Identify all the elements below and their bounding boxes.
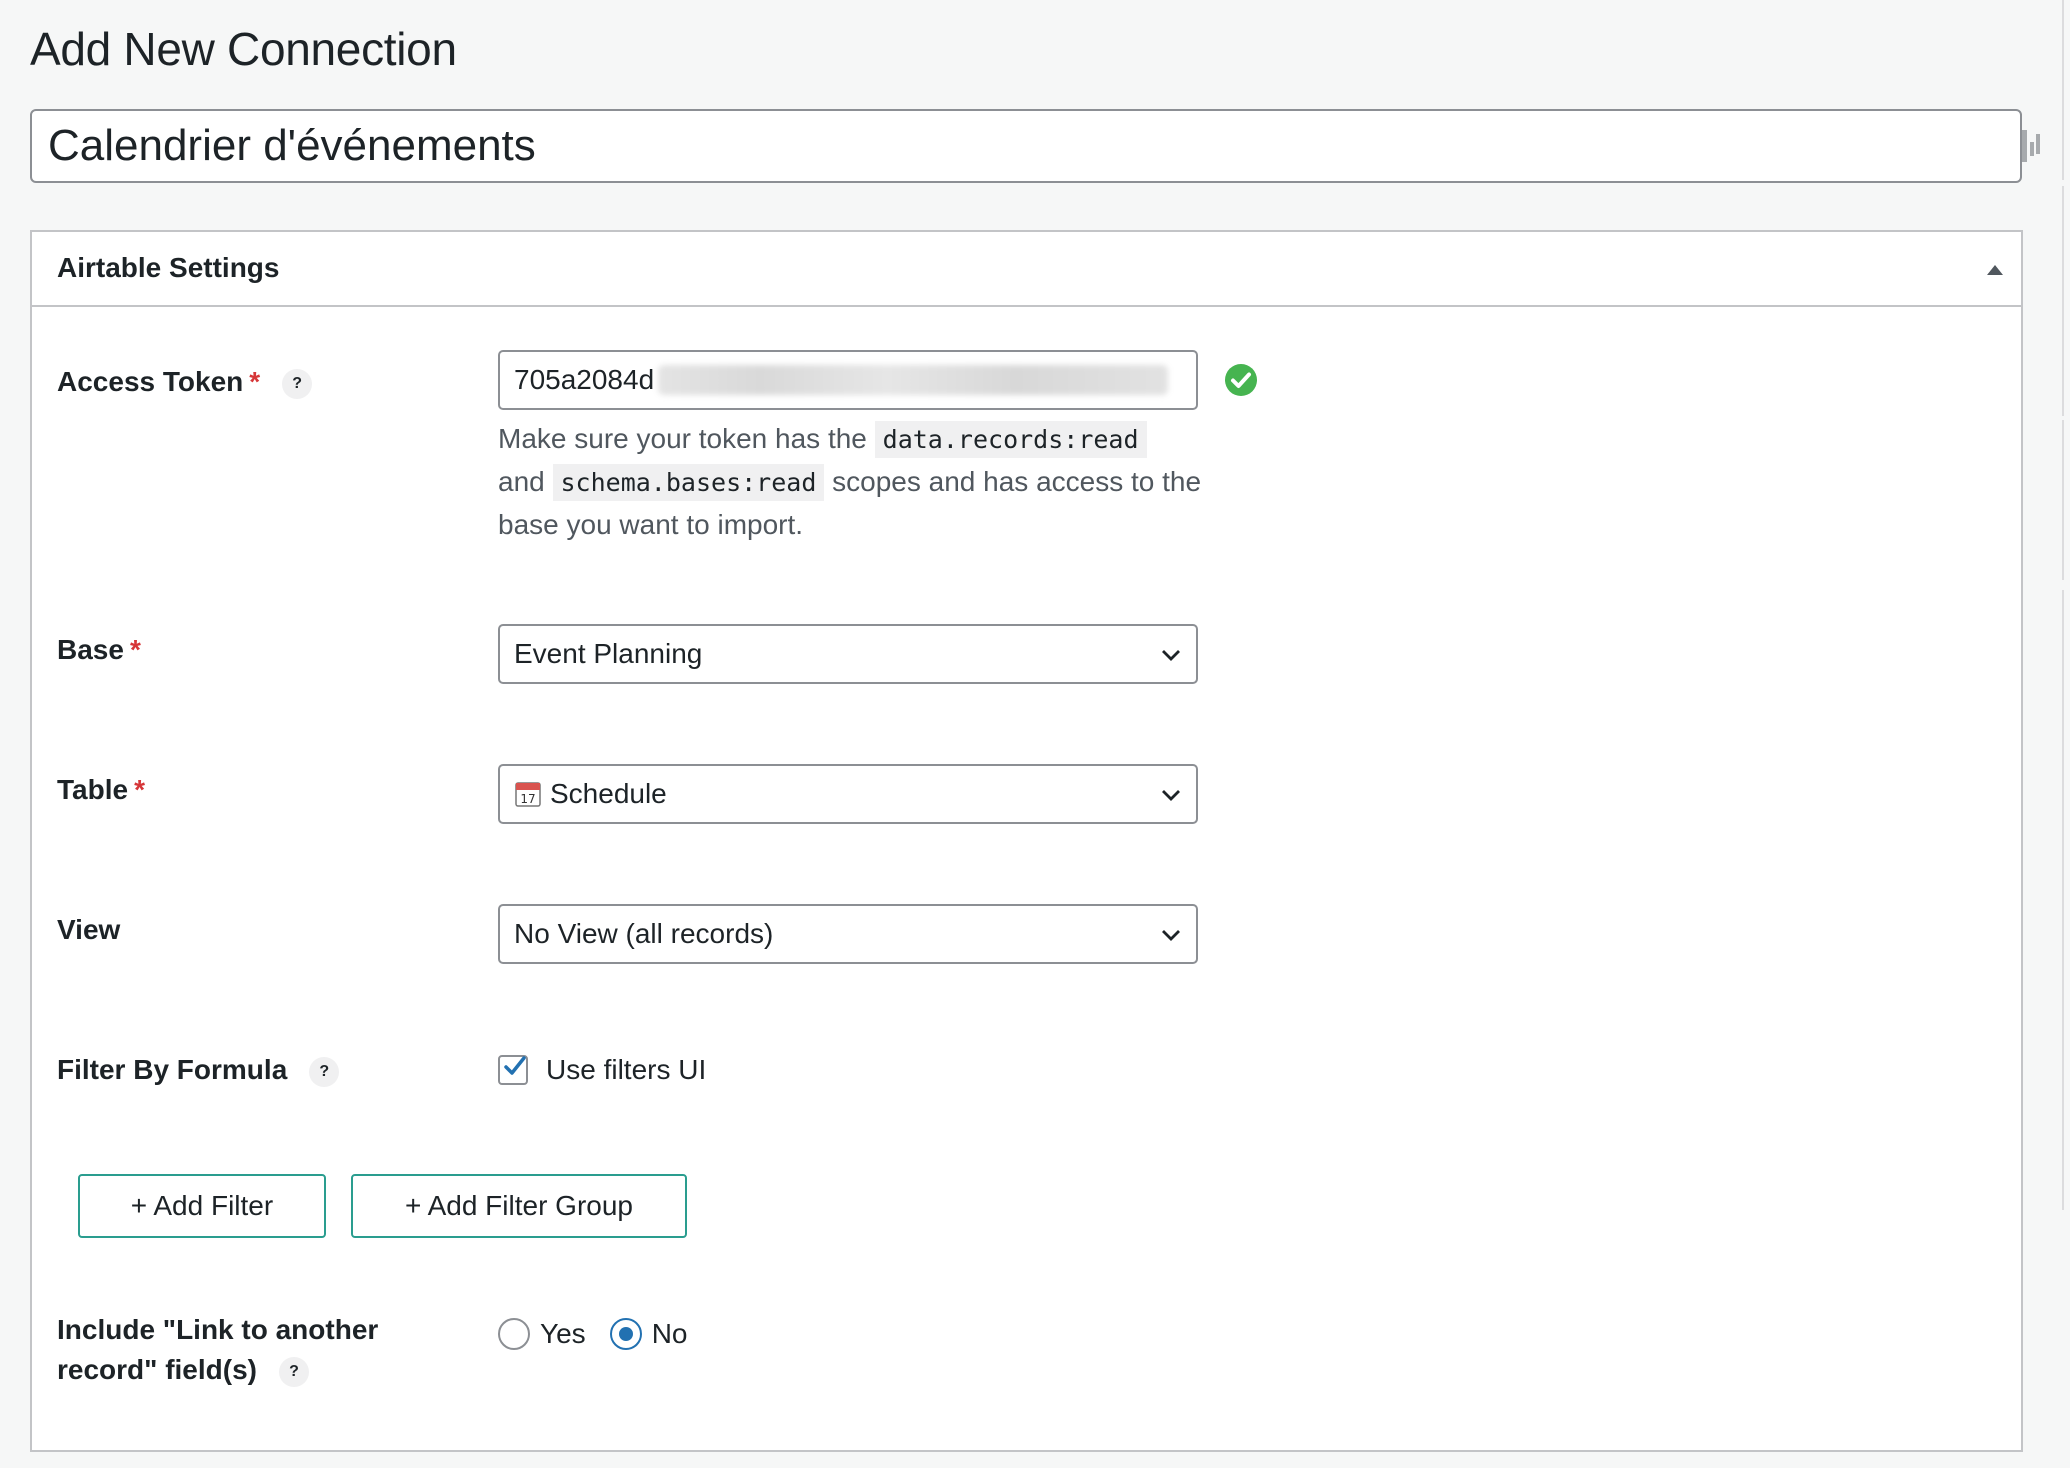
link-records-label: Include "Link to another record" field(s… [57, 1310, 378, 1390]
access-token-label-text: Access Token [57, 366, 244, 397]
panel-header[interactable]: Airtable Settings [32, 232, 2021, 307]
base-label-text: Base [57, 634, 124, 665]
use-filters-ui-checkbox[interactable] [498, 1055, 528, 1085]
access-token-description: Make sure your token has the data.record… [498, 418, 1218, 546]
link-records-radio-group: Yes No [498, 1318, 687, 1350]
collapse-triangle-icon[interactable] [1983, 258, 2007, 282]
help-icon[interactable]: ? [309, 1056, 340, 1087]
checkmark-icon [504, 1056, 526, 1075]
base-select[interactable]: Event Planning [498, 624, 1198, 684]
use-filters-ui-row[interactable]: Use filters UI [498, 1054, 706, 1086]
table-select[interactable]: 17 Schedule [498, 764, 1198, 824]
use-filters-ui-label[interactable]: Use filters UI [546, 1054, 706, 1086]
desc-text-2: and [498, 466, 545, 497]
check-circle-icon [1225, 364, 1257, 396]
airtable-settings-panel: Airtable Settings Access Token *? 705a208… [30, 230, 2023, 1452]
calendar-icon: 17 [515, 782, 541, 807]
required-mark: * [134, 774, 145, 805]
radio-yes[interactable] [498, 1318, 530, 1350]
access-token-value: 705a2084d [514, 364, 655, 395]
base-label: Base * [57, 630, 141, 670]
view-selected-value: No View (all records) [514, 918, 774, 949]
filter-by-formula-label: Filter By Formula? [57, 1050, 340, 1090]
link-records-label-line1: Include "Link to another [57, 1314, 379, 1345]
scope-code-1: data.records:read [874, 421, 1147, 458]
required-mark: * [249, 366, 261, 397]
view-label-text: View [57, 914, 121, 945]
table-label-text: Table [57, 774, 129, 805]
link-records-label-line2: record" field(s) [57, 1354, 257, 1385]
base-selected-value: Event Planning [514, 638, 703, 669]
help-icon[interactable]: ? [278, 1356, 309, 1387]
chevron-down-icon [1162, 650, 1180, 661]
radio-yes-label[interactable]: Yes [540, 1318, 586, 1350]
access-token-label: Access Token *? [57, 362, 313, 402]
panel-title: Airtable Settings [57, 252, 280, 283]
radio-no[interactable] [609, 1318, 642, 1350]
scope-code-2: schema.bases:read [552, 464, 825, 501]
desc-text-1: Make sure your token has the [498, 423, 867, 454]
right-sidebar-edge [2062, 0, 2070, 1468]
add-filter-button[interactable]: + Add Filter [78, 1174, 326, 1238]
view-label: View [57, 910, 120, 950]
table-label: Table * [57, 770, 145, 810]
drag-handle-icon[interactable] [2022, 130, 2042, 162]
redacted-token-blur [658, 365, 1169, 395]
radio-no-label[interactable]: No [652, 1318, 688, 1350]
svg-text:17: 17 [520, 792, 535, 806]
chevron-down-icon [1162, 790, 1180, 801]
required-mark: * [129, 634, 141, 665]
access-token-input[interactable]: 705a2084d [498, 350, 1198, 410]
table-selected-value: Schedule [550, 778, 667, 809]
add-filter-group-button[interactable]: + Add Filter Group [351, 1174, 687, 1238]
connection-title-input[interactable] [30, 109, 2022, 183]
filter-label-text: Filter By Formula [57, 1054, 288, 1085]
chevron-down-icon [1162, 930, 1180, 941]
view-select[interactable]: No View (all records) [498, 904, 1198, 964]
page-title: Add New Connection [30, 23, 457, 75]
help-icon[interactable]: ? [282, 368, 313, 399]
